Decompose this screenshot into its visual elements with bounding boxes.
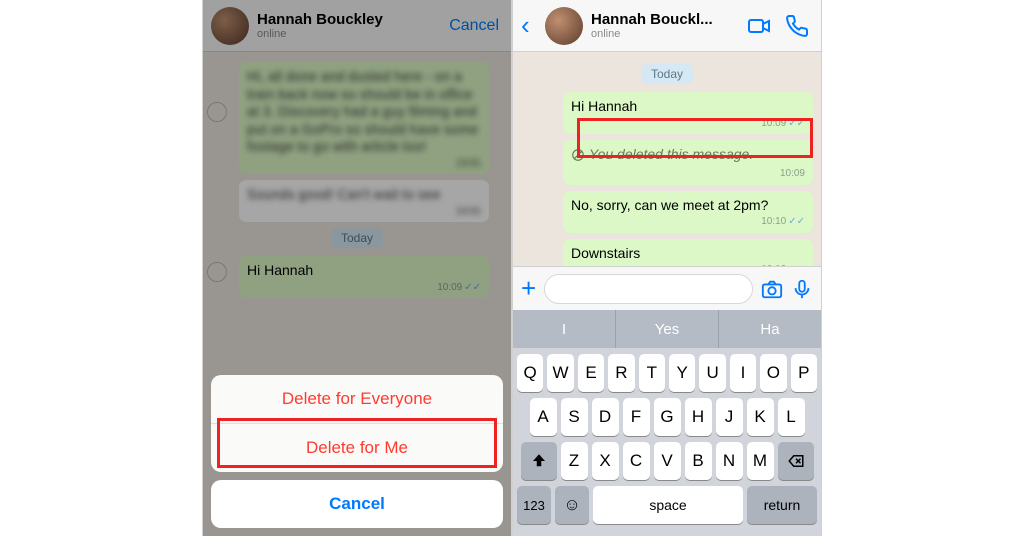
key-j[interactable]: J bbox=[716, 398, 743, 436]
key-k[interactable]: K bbox=[747, 398, 774, 436]
chat-header: ‹ Hannah Bouckl... online bbox=[513, 0, 821, 52]
backspace-key[interactable] bbox=[778, 442, 814, 480]
back-button[interactable]: ‹ bbox=[521, 10, 541, 41]
attach-button[interactable]: + bbox=[521, 273, 536, 304]
chat-scroll[interactable]: Today Hi Hannah 10:09✓✓ You deleted this… bbox=[513, 52, 821, 266]
key-z[interactable]: Z bbox=[561, 442, 588, 480]
contact-name: Hannah Bouckl... bbox=[591, 11, 747, 28]
avatar bbox=[545, 7, 583, 45]
key-i[interactable]: I bbox=[730, 354, 756, 392]
key-o[interactable]: O bbox=[760, 354, 786, 392]
key-t[interactable]: T bbox=[639, 354, 665, 392]
key-a[interactable]: A bbox=[530, 398, 557, 436]
key-h[interactable]: H bbox=[685, 398, 712, 436]
read-ticks-icon: ✓✓ bbox=[788, 216, 805, 227]
key-d[interactable]: D bbox=[592, 398, 619, 436]
message-text: No, sorry, can we meet at 2pm? bbox=[571, 197, 768, 213]
message-bubble[interactable]: Hi Hannah 10:09✓✓ bbox=[563, 92, 813, 134]
key-m[interactable]: M bbox=[747, 442, 774, 480]
key-p[interactable]: P bbox=[791, 354, 817, 392]
key-g[interactable]: G bbox=[654, 398, 681, 436]
message-text: You deleted this message. bbox=[589, 146, 753, 164]
prohibited-icon bbox=[571, 148, 585, 162]
key-b[interactable]: B bbox=[685, 442, 712, 480]
key-e[interactable]: E bbox=[578, 354, 604, 392]
message-input-bar: + bbox=[513, 266, 821, 310]
message-input[interactable] bbox=[544, 274, 753, 304]
key-s[interactable]: S bbox=[561, 398, 588, 436]
key-r[interactable]: R bbox=[608, 354, 634, 392]
delete-for-me-button[interactable]: Delete for Me bbox=[211, 423, 503, 472]
key-x[interactable]: X bbox=[592, 442, 619, 480]
video-call-icon[interactable] bbox=[747, 14, 771, 38]
read-ticks-icon: ✓✓ bbox=[788, 118, 805, 129]
emoji-key[interactable]: ☺ bbox=[555, 486, 589, 524]
key-w[interactable]: W bbox=[547, 354, 573, 392]
key-c[interactable]: C bbox=[623, 442, 650, 480]
return-key[interactable]: return bbox=[747, 486, 817, 524]
contact-status: online bbox=[591, 28, 747, 40]
camera-icon[interactable] bbox=[761, 278, 783, 300]
action-sheet: Delete for Everyone Delete for Me Cancel bbox=[211, 375, 503, 528]
key-y[interactable]: Y bbox=[669, 354, 695, 392]
key-l[interactable]: L bbox=[778, 398, 805, 436]
key-u[interactable]: U bbox=[699, 354, 725, 392]
shift-key[interactable] bbox=[521, 442, 557, 480]
message-bubble[interactable]: Downstairs 10:10✓✓ bbox=[563, 239, 813, 266]
screenshot-left-delete-sheet: Hannah Bouckley online Cancel Hi, all do… bbox=[202, 0, 512, 536]
screenshot-right-deleted-message: ‹ Hannah Bouckl... online Today Hi Hanna… bbox=[512, 0, 822, 536]
message-text: Hi Hannah bbox=[571, 98, 637, 114]
deleted-message-bubble[interactable]: You deleted this message. 10:09 bbox=[563, 140, 813, 185]
space-key[interactable]: space bbox=[593, 486, 743, 524]
ios-keyboard: QWERTYUIOP ASDFGHJKL ZXCVBNM 123 ☺ space… bbox=[513, 348, 821, 536]
mic-icon[interactable] bbox=[791, 278, 813, 300]
delete-for-everyone-button[interactable]: Delete for Everyone bbox=[211, 375, 503, 423]
message-bubble[interactable]: No, sorry, can we meet at 2pm? 10:10✓✓ bbox=[563, 191, 813, 233]
suggestion[interactable]: I bbox=[513, 310, 615, 348]
date-pill: Today bbox=[641, 64, 693, 84]
key-v[interactable]: V bbox=[654, 442, 681, 480]
key-n[interactable]: N bbox=[716, 442, 743, 480]
suggestion[interactable]: Ha bbox=[718, 310, 821, 348]
suggestion[interactable]: Yes bbox=[615, 310, 718, 348]
key-q[interactable]: Q bbox=[517, 354, 543, 392]
sheet-cancel-button[interactable]: Cancel bbox=[211, 480, 503, 528]
keyboard-suggestions: I Yes Ha bbox=[513, 310, 821, 348]
voice-call-icon[interactable] bbox=[785, 14, 809, 38]
key-f[interactable]: F bbox=[623, 398, 650, 436]
message-text: Downstairs bbox=[571, 245, 640, 261]
numbers-key[interactable]: 123 bbox=[517, 486, 551, 524]
